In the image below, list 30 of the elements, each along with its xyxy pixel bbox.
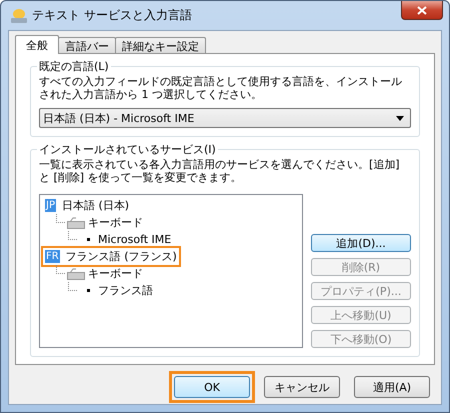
description-text: 一覧に表示されている各入力言語用のサービスを選んでください。[追加] と [削除] を使って一覧を変更できます。 (39, 158, 401, 184)
dialog-button[interactable]: 適用(A) (354, 376, 430, 398)
bullet-icon (87, 238, 90, 241)
tree-item[interactable]: FR フランス語 (フランス) (41, 246, 181, 267)
keyboard-icon (67, 216, 85, 228)
description-text: すべての入力フィールドの既定言語として使用する言語を、インストールされた入力言語から 1 つ選択してください。 (39, 75, 403, 101)
close-button[interactable] (401, 1, 443, 20)
service-button[interactable]: 追加(D)... (311, 234, 411, 252)
group-title: 既定の言語(L) (37, 59, 111, 74)
dialog-button[interactable]: キャンセル (264, 376, 340, 398)
bullet-icon (87, 289, 90, 292)
tab[interactable]: 言語バー (58, 37, 116, 53)
language-badge: FR (45, 250, 60, 263)
tree-item[interactable]: フランス語 (95, 283, 153, 298)
keyboard-globe-icon (10, 8, 28, 24)
keyboard-icon (67, 268, 85, 280)
tree-item[interactable]: キーボード (85, 266, 143, 281)
language-badge: JP (45, 199, 56, 212)
dropdown-arrow-icon (396, 116, 404, 120)
tree-item[interactable]: キーボード (85, 215, 143, 230)
dialog-button[interactable]: OK (174, 376, 250, 398)
tab[interactable]: 全般 (15, 35, 59, 54)
close-icon (417, 6, 427, 14)
tree-item[interactable]: Microsoft IME (95, 233, 172, 246)
language-dropdown[interactable]: 日本語 (日本) - Microsoft IME (39, 108, 411, 128)
window-title: テキスト サービスと入力言語 (32, 7, 193, 24)
group-title: インストールされているサービス(I) (37, 142, 218, 157)
dropdown-value: 日本語 (日本) - Microsoft IME (43, 110, 194, 126)
tab[interactable]: 詳細なキー設定 (115, 37, 206, 53)
tree-item[interactable]: JP 日本語 (日本) (41, 195, 134, 216)
